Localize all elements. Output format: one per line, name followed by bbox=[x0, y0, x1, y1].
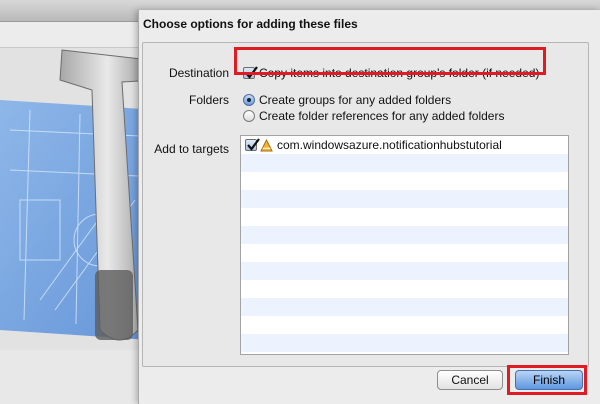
destination-label: Destination bbox=[168, 66, 229, 80]
list-stripe-row bbox=[241, 208, 568, 226]
list-stripe-row bbox=[241, 298, 568, 316]
targets-list[interactable]: com.windowsazure.notificationhubstutoria… bbox=[240, 135, 569, 355]
checkmark-icon bbox=[247, 138, 260, 151]
add-to-targets-label: Add to targets bbox=[154, 142, 229, 156]
list-stripe-row bbox=[241, 190, 568, 208]
list-stripe-row bbox=[241, 280, 568, 298]
finish-highlight-box bbox=[507, 365, 587, 395]
options-group-box: Destination Copy items into destination … bbox=[142, 42, 589, 367]
create-folder-references-radio[interactable] bbox=[243, 110, 255, 122]
list-stripe-row bbox=[241, 244, 568, 262]
target-checkbox[interactable] bbox=[245, 138, 260, 151]
list-stripe-row bbox=[241, 172, 568, 190]
create-folder-references-label[interactable]: Create folder references for any added f… bbox=[259, 109, 504, 123]
app-target-icon bbox=[260, 139, 273, 152]
folders-label: Folders bbox=[188, 93, 229, 107]
list-stripe-row bbox=[241, 226, 568, 244]
list-stripe-row bbox=[241, 316, 568, 334]
list-stripe-row bbox=[241, 352, 568, 354]
create-groups-label[interactable]: Create groups for any added folders bbox=[259, 93, 451, 107]
destination-highlight-box bbox=[234, 47, 546, 75]
sheet-title: Choose options for adding these files bbox=[143, 17, 358, 31]
list-stripe-row bbox=[241, 154, 568, 172]
list-stripe-row bbox=[241, 262, 568, 280]
create-groups-radio[interactable] bbox=[243, 94, 255, 106]
cancel-button[interactable]: Cancel bbox=[437, 370, 503, 390]
list-stripe-row bbox=[241, 334, 568, 352]
target-name[interactable]: com.windowsazure.notificationhubstutoria… bbox=[277, 138, 502, 152]
